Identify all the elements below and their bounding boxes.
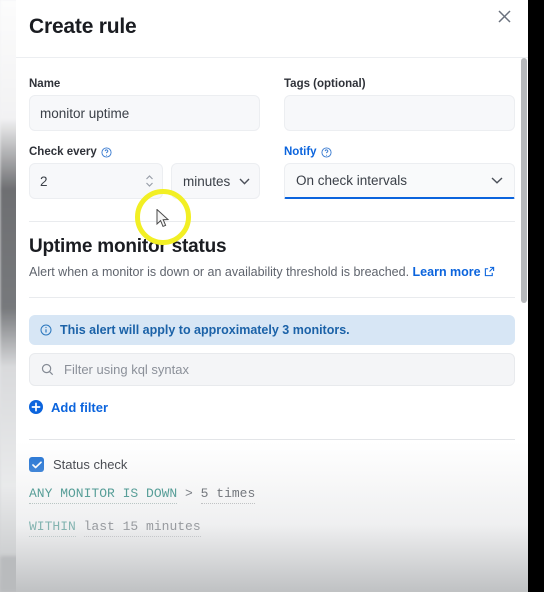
expression-line-2: WITHIN last 15 minutes: [29, 519, 515, 538]
tags-input[interactable]: [284, 95, 515, 131]
monitors-callout: This alert will apply to approximately 3…: [29, 314, 515, 345]
interval-notify-row: Check every 2 minutes Notify On check in…: [29, 146, 515, 199]
kql-filter-input[interactable]: Filter using kql syntax: [29, 352, 515, 386]
name-field-group: Name: [29, 78, 260, 131]
check-every-unit-value: minutes: [183, 173, 231, 189]
name-tags-row: Name Tags (optional): [29, 58, 515, 131]
check-every-input-wrap: [29, 163, 163, 199]
callout-text: This alert will apply to approximately 3…: [60, 322, 350, 337]
flyout-header: Create rule: [16, 0, 528, 58]
check-every-unit-select[interactable]: minutes: [171, 163, 260, 199]
notify-select[interactable]: On check intervals: [284, 163, 515, 199]
plus-circle-icon: [29, 400, 43, 415]
flyout-scrollbar-thumb[interactable]: [521, 58, 527, 303]
expression-keyword[interactable]: WITHIN: [29, 519, 76, 538]
expression-operator-symbol: >: [185, 486, 193, 502]
check-every-group: Check every 2 minutes: [29, 146, 260, 199]
check-every-label: Check every: [29, 146, 260, 158]
flyout-body: Name Tags (optional) Check every: [16, 58, 528, 592]
notify-label: Notify: [284, 146, 515, 158]
tags-field-group: Tags (optional): [284, 78, 515, 131]
section-description-text: Alert when a monitor is down or an avail…: [29, 265, 410, 279]
chevron-down-icon: [239, 178, 250, 185]
expression-keyword[interactable]: ANY MONITOR IS DOWN: [29, 486, 178, 505]
status-check-divider: [29, 439, 515, 441]
screen: Create rule Name Tags (optional): [0, 0, 544, 592]
add-filter-button[interactable]: Add filter: [29, 400, 108, 415]
close-icon[interactable]: [492, 4, 516, 28]
expression-operator: [177, 486, 185, 501]
section-description: Alert when a monitor is down or an avail…: [29, 264, 515, 281]
flyout-scrollbar-track[interactable]: [521, 58, 528, 592]
expression-value[interactable]: 5 times: [200, 486, 256, 505]
external-link-icon: [484, 266, 495, 277]
chevron-down-icon: [491, 177, 503, 184]
check-every-label-text: Check every: [29, 146, 97, 158]
check-every-input[interactable]: [29, 163, 163, 199]
notify-group: Notify On check intervals: [284, 146, 515, 199]
section-divider: [29, 221, 515, 222]
name-label: Name: [29, 78, 61, 90]
expression-line-1: ANY MONITOR IS DOWN > 5 times: [29, 486, 515, 505]
kql-filter-placeholder: Filter using kql syntax: [64, 361, 189, 377]
help-circle-icon[interactable]: [101, 146, 112, 158]
create-rule-flyout: Create rule Name Tags (optional): [16, 0, 528, 592]
number-stepper-icon[interactable]: [144, 172, 155, 190]
help-circle-icon[interactable]: [321, 146, 332, 158]
status-check-checkbox[interactable]: [29, 457, 44, 473]
learn-more-link[interactable]: Learn more: [413, 265, 481, 279]
subsection-divider: [29, 296, 515, 298]
tags-label: Tags (optional): [284, 78, 366, 90]
add-filter-label: Add filter: [51, 399, 109, 415]
notify-label-text: Notify: [284, 146, 317, 158]
page-title: Create rule: [29, 15, 137, 38]
search-icon: [41, 363, 54, 376]
notify-value: On check intervals: [296, 173, 408, 188]
name-input[interactable]: [29, 95, 260, 131]
window-gutter: [528, 0, 544, 592]
info-circle-icon: [40, 324, 52, 336]
expression-value[interactable]: last 15 minutes: [83, 519, 201, 538]
status-check-label: Status check: [53, 457, 128, 473]
section-title: Uptime monitor status: [29, 236, 227, 257]
status-check-row: Status check: [29, 457, 515, 473]
